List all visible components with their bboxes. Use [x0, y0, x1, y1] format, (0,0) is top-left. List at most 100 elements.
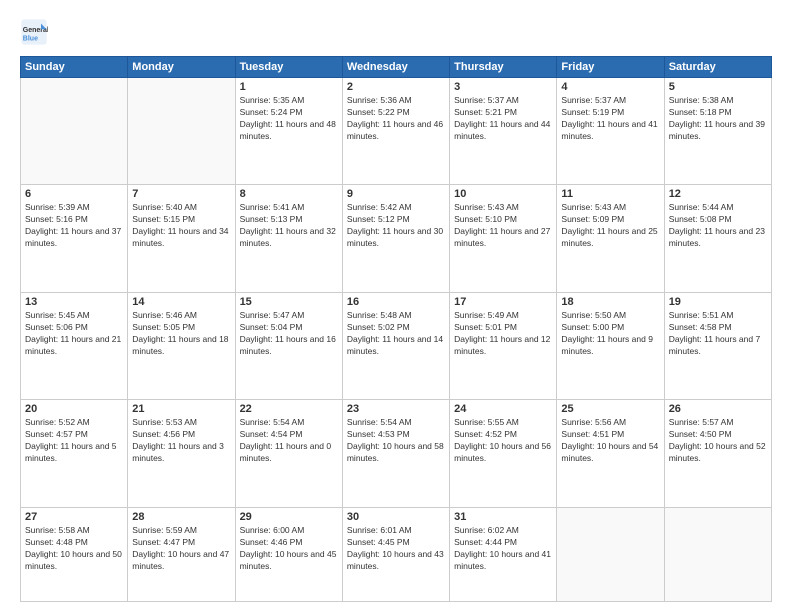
calendar-header-row: SundayMondayTuesdayWednesdayThursdayFrid…	[21, 57, 772, 78]
day-info: Sunrise: 5:55 AM Sunset: 4:52 PM Dayligh…	[454, 417, 552, 465]
calendar-cell: 27Sunrise: 5:58 AM Sunset: 4:48 PM Dayli…	[21, 507, 128, 601]
day-number: 15	[240, 296, 338, 308]
calendar-cell: 28 Sunrise: 5:59 AM Sunset: 4:47 PM Dayli…	[128, 507, 235, 601]
day-number: 5	[669, 81, 767, 93]
day-number: 14	[132, 296, 230, 308]
day-number: 19	[669, 296, 767, 308]
day-number: 20	[25, 403, 123, 415]
day-info: Sunrise: 5:53 AM Sunset: 4:56 PM Dayligh…	[132, 417, 230, 465]
calendar-cell: 7 Sunrise: 5:40 AM Sunset: 5:15 PM Daylig…	[128, 185, 235, 292]
calendar-cell: 22Sunrise: 5:54 AM Sunset: 4:54 PM Dayli…	[235, 400, 342, 507]
day-info: Sunrise: 5:39 AM Sunset: 5:16 PM Dayligh…	[25, 202, 123, 250]
day-info: Sunrise: 5:45 AM Sunset: 5:06 PM Dayligh…	[25, 310, 123, 358]
day-number: 9	[347, 188, 445, 200]
calendar-week-row: 6 Sunrise: 5:39 AM Sunset: 5:16 PM Daylig…	[21, 185, 772, 292]
day-info: Sunrise: 5:56 AM Sunset: 4:51 PM Dayligh…	[561, 417, 659, 465]
day-info: Sunrise: 6:02 AM Sunset: 4:44 PM Dayligh…	[454, 525, 552, 573]
calendar-cell: 25Sunrise: 5:56 AM Sunset: 4:51 PM Dayli…	[557, 400, 664, 507]
day-info: Sunrise: 5:41 AM Sunset: 5:13 PM Dayligh…	[240, 202, 338, 250]
calendar-cell: 11 Sunrise: 5:43 AM Sunset: 5:09 PM Dayli…	[557, 185, 664, 292]
calendar-cell: 15 Sunrise: 5:47 AM Sunset: 5:04 PM Dayli…	[235, 292, 342, 399]
calendar-cell: 12Sunrise: 5:44 AM Sunset: 5:08 PM Dayli…	[664, 185, 771, 292]
calendar-cell	[557, 507, 664, 601]
day-number: 28	[132, 511, 230, 523]
day-info: Sunrise: 5:38 AM Sunset: 5:18 PM Dayligh…	[669, 95, 767, 143]
day-info: Sunrise: 5:51 AM Sunset: 4:58 PM Dayligh…	[669, 310, 767, 358]
calendar-cell: 20 Sunrise: 5:52 AM Sunset: 4:57 PM Dayli…	[21, 400, 128, 507]
day-info: Sunrise: 5:40 AM Sunset: 5:15 PM Dayligh…	[132, 202, 230, 250]
weekday-header: Thursday	[450, 57, 557, 78]
calendar-cell: 1Sunrise: 5:35 AM Sunset: 5:24 PM Daylig…	[235, 78, 342, 185]
day-number: 2	[347, 81, 445, 93]
day-info: Sunrise: 5:52 AM Sunset: 4:57 PM Dayligh…	[25, 417, 123, 465]
calendar-cell	[664, 507, 771, 601]
calendar-week-row: 20 Sunrise: 5:52 AM Sunset: 4:57 PM Dayli…	[21, 400, 772, 507]
calendar-cell	[128, 78, 235, 185]
day-info: Sunrise: 5:47 AM Sunset: 5:04 PM Dayligh…	[240, 310, 338, 358]
day-number: 8	[240, 188, 338, 200]
weekday-header: Tuesday	[235, 57, 342, 78]
weekday-header: Sunday	[21, 57, 128, 78]
calendar-week-row: 13 Sunrise: 5:45 AM Sunset: 5:06 PM Dayli…	[21, 292, 772, 399]
day-info: Sunrise: 5:42 AM Sunset: 5:12 PM Dayligh…	[347, 202, 445, 250]
day-number: 27	[25, 511, 123, 523]
day-number: 30	[347, 511, 445, 523]
day-info: Sunrise: 5:54 AM Sunset: 4:53 PM Dayligh…	[347, 417, 445, 465]
calendar-cell: 30 Sunrise: 6:01 AM Sunset: 4:45 PM Dayli…	[342, 507, 449, 601]
weekday-header: Monday	[128, 57, 235, 78]
day-info: Sunrise: 5:37 AM Sunset: 5:19 PM Dayligh…	[561, 95, 659, 143]
calendar-cell: 4 Sunrise: 5:37 AM Sunset: 5:19 PM Daylig…	[557, 78, 664, 185]
day-number: 24	[454, 403, 552, 415]
day-number: 11	[561, 188, 659, 200]
day-number: 31	[454, 511, 552, 523]
calendar-cell: 31 Sunrise: 6:02 AM Sunset: 4:44 PM Dayli…	[450, 507, 557, 601]
calendar-week-row: 27Sunrise: 5:58 AM Sunset: 4:48 PM Dayli…	[21, 507, 772, 601]
day-number: 18	[561, 296, 659, 308]
weekday-header: Saturday	[664, 57, 771, 78]
calendar-cell: 29 Sunrise: 6:00 AM Sunset: 4:46 PM Dayli…	[235, 507, 342, 601]
calendar-cell: 16 Sunrise: 5:48 AM Sunset: 5:02 PM Dayli…	[342, 292, 449, 399]
day-info: Sunrise: 5:46 AM Sunset: 5:05 PM Dayligh…	[132, 310, 230, 358]
day-number: 16	[347, 296, 445, 308]
day-number: 7	[132, 188, 230, 200]
calendar-cell: 8 Sunrise: 5:41 AM Sunset: 5:13 PM Daylig…	[235, 185, 342, 292]
calendar-cell: 13 Sunrise: 5:45 AM Sunset: 5:06 PM Dayli…	[21, 292, 128, 399]
day-info: Sunrise: 5:44 AM Sunset: 5:08 PM Dayligh…	[669, 202, 767, 250]
svg-text:Blue: Blue	[23, 35, 38, 42]
day-number: 13	[25, 296, 123, 308]
day-number: 29	[240, 511, 338, 523]
day-number: 21	[132, 403, 230, 415]
weekday-header: Friday	[557, 57, 664, 78]
day-info: Sunrise: 5:48 AM Sunset: 5:02 PM Dayligh…	[347, 310, 445, 358]
day-number: 4	[561, 81, 659, 93]
day-number: 3	[454, 81, 552, 93]
day-number: 10	[454, 188, 552, 200]
day-info: Sunrise: 5:35 AM Sunset: 5:24 PM Dayligh…	[240, 95, 338, 143]
day-info: Sunrise: 5:50 AM Sunset: 5:00 PM Dayligh…	[561, 310, 659, 358]
day-info: Sunrise: 5:49 AM Sunset: 5:01 PM Dayligh…	[454, 310, 552, 358]
day-info: Sunrise: 5:36 AM Sunset: 5:22 PM Dayligh…	[347, 95, 445, 143]
header: General Blue	[20, 18, 772, 46]
calendar-cell: 6 Sunrise: 5:39 AM Sunset: 5:16 PM Daylig…	[21, 185, 128, 292]
day-info: Sunrise: 6:01 AM Sunset: 4:45 PM Dayligh…	[347, 525, 445, 573]
day-number: 26	[669, 403, 767, 415]
day-info: Sunrise: 6:00 AM Sunset: 4:46 PM Dayligh…	[240, 525, 338, 573]
day-info: Sunrise: 5:57 AM Sunset: 4:50 PM Dayligh…	[669, 417, 767, 465]
day-info: Sunrise: 5:54 AM Sunset: 4:54 PM Dayligh…	[240, 417, 338, 465]
calendar-cell: 10 Sunrise: 5:43 AM Sunset: 5:10 PM Dayli…	[450, 185, 557, 292]
calendar-cell: 19 Sunrise: 5:51 AM Sunset: 4:58 PM Dayli…	[664, 292, 771, 399]
day-number: 6	[25, 188, 123, 200]
calendar-table: SundayMondayTuesdayWednesdayThursdayFrid…	[20, 56, 772, 602]
logo-icon: General Blue	[20, 18, 48, 46]
day-info: Sunrise: 5:43 AM Sunset: 5:10 PM Dayligh…	[454, 202, 552, 250]
calendar-cell: 23Sunrise: 5:54 AM Sunset: 4:53 PM Dayli…	[342, 400, 449, 507]
calendar-cell: 17 Sunrise: 5:49 AM Sunset: 5:01 PM Dayli…	[450, 292, 557, 399]
calendar-cell: 14 Sunrise: 5:46 AM Sunset: 5:05 PM Dayli…	[128, 292, 235, 399]
calendar-cell: 24 Sunrise: 5:55 AM Sunset: 4:52 PM Dayli…	[450, 400, 557, 507]
calendar-cell: 5 Sunrise: 5:38 AM Sunset: 5:18 PM Daylig…	[664, 78, 771, 185]
logo: General Blue	[20, 18, 54, 46]
page: General Blue SundayMondayTuesdayWednesda…	[0, 0, 792, 612]
day-info: Sunrise: 5:43 AM Sunset: 5:09 PM Dayligh…	[561, 202, 659, 250]
day-number: 17	[454, 296, 552, 308]
day-info: Sunrise: 5:59 AM Sunset: 4:47 PM Dayligh…	[132, 525, 230, 573]
